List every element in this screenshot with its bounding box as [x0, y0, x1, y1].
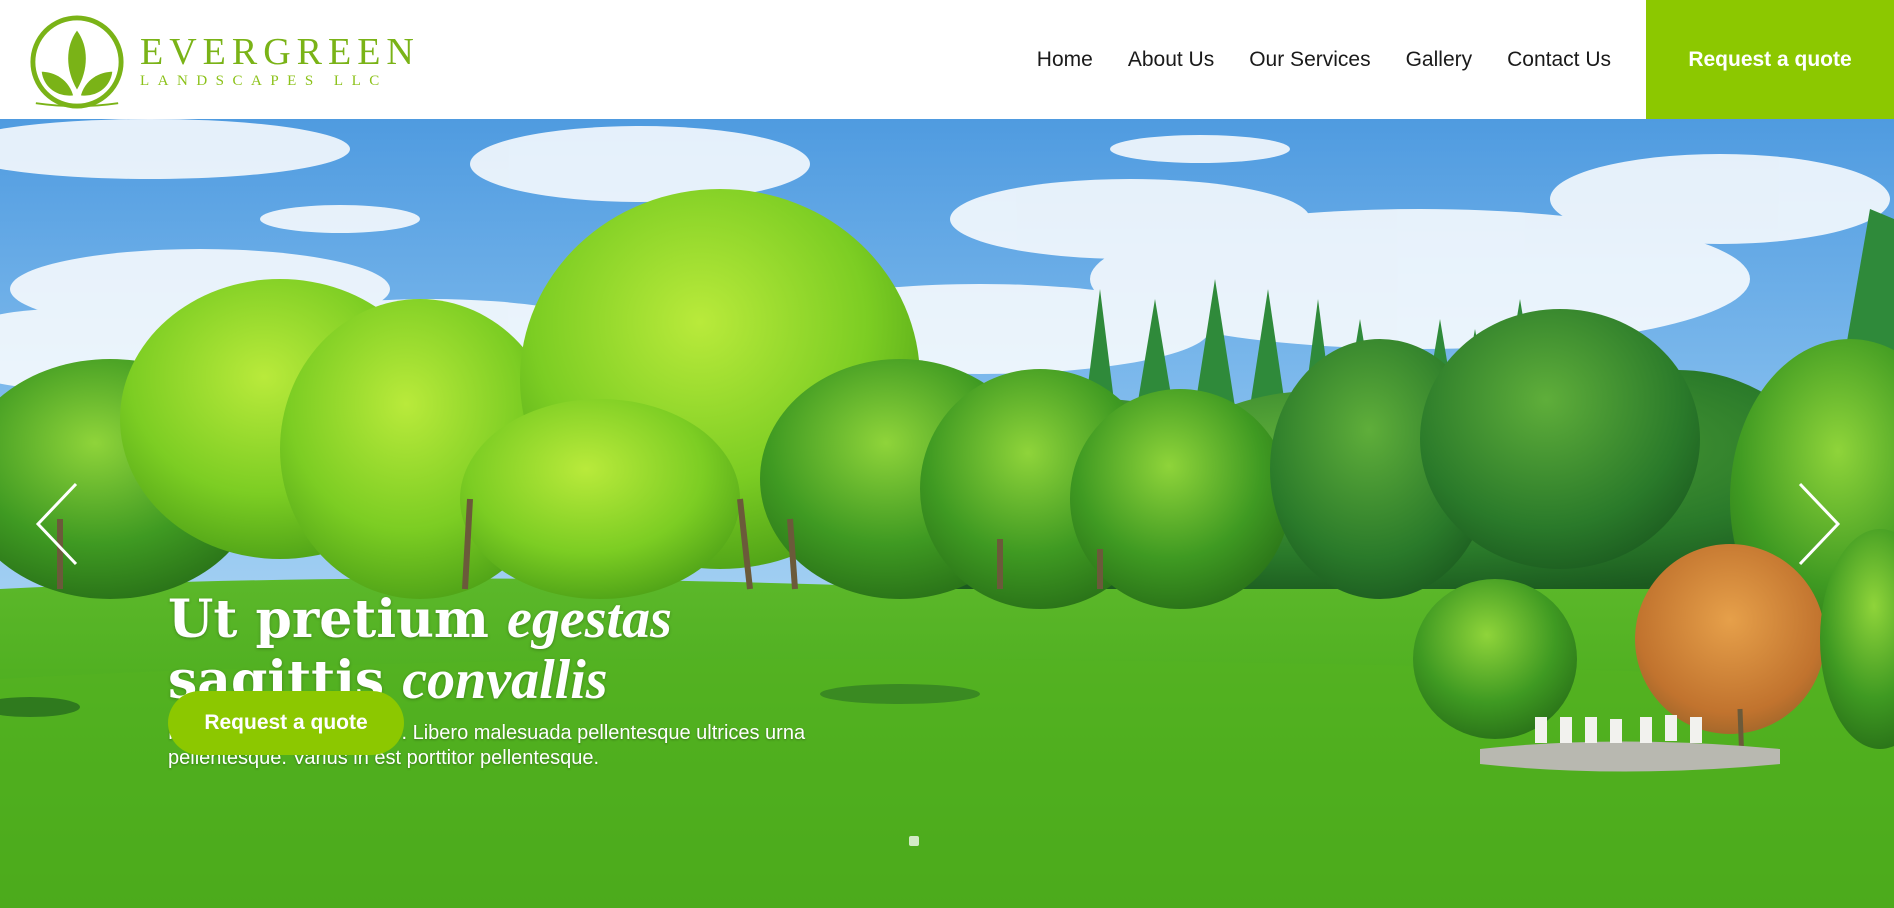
logo-text: EVERGREEN LANDSCAPES LLC [140, 31, 420, 90]
slider-indicator-dot[interactable] [909, 836, 919, 846]
site-header: EVERGREEN LANDSCAPES LLC Home About Us O… [0, 0, 1894, 119]
logo-subtitle: LANDSCAPES LLC [140, 73, 388, 89]
leaf-logo-icon [30, 15, 124, 109]
hero-title-line2-italic: convallis [402, 649, 608, 711]
nav-about-us[interactable]: About Us [1128, 48, 1214, 72]
chevron-left-icon [35, 482, 78, 566]
header-request-quote-button[interactable]: Request a quote [1646, 0, 1894, 119]
logo-name: EVERGREEN [140, 31, 420, 73]
chevron-right-icon [1798, 482, 1841, 566]
nav-gallery[interactable]: Gallery [1406, 48, 1473, 72]
slider-prev-button[interactable] [28, 474, 88, 574]
logo[interactable]: EVERGREEN LANDSCAPES LLC [28, 12, 420, 112]
main-nav: Home About Us Our Services Gallery Conta… [1037, 0, 1894, 119]
nav-contact-us[interactable]: Contact Us [1507, 48, 1611, 72]
nav-our-services[interactable]: Our Services [1249, 48, 1370, 72]
hero-slider: Ut pretium egestas sagittis convallis Pl… [0, 119, 1894, 908]
hero-title-line1-text: Ut pretium [168, 589, 508, 650]
hero-title-line1: Ut pretium egestas [168, 589, 672, 650]
hero-title-line1-italic: egestas [507, 588, 672, 650]
hero-background-image [0, 119, 1894, 908]
slider-next-button[interactable] [1788, 474, 1848, 574]
nav-home[interactable]: Home [1037, 48, 1093, 72]
hero-request-quote-button[interactable]: Request a quote [168, 691, 404, 755]
